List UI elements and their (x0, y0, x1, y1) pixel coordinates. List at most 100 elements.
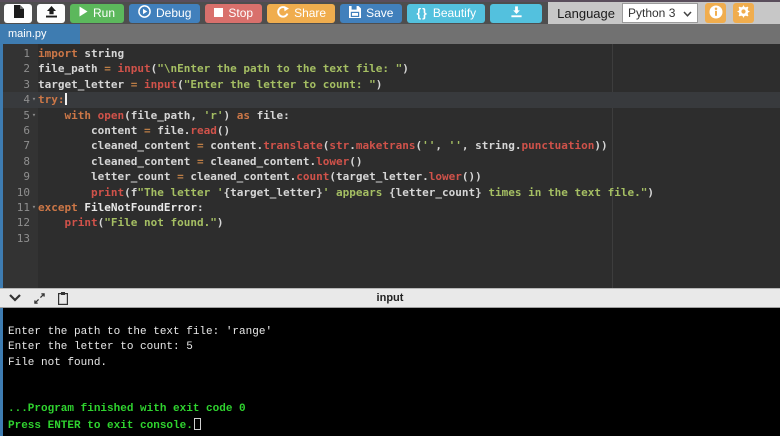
line-number: 2 (23, 62, 30, 76)
console-output[interactable]: Enter the path to the text file: 'range'… (0, 308, 780, 436)
chevron-down-icon (683, 6, 692, 20)
code-text: letter_count = cleaned_content.count(tar… (38, 170, 482, 184)
run-button[interactable]: Run (70, 3, 125, 23)
line-number: 4 (23, 93, 30, 107)
download-icon (510, 5, 523, 21)
code-text: file_path = input("\nEnter the path to t… (38, 62, 409, 76)
fold-toggle-icon (30, 169, 38, 184)
info-icon (709, 5, 723, 22)
code-line[interactable]: 2 file_path = input("\nEnter the path to … (0, 61, 780, 76)
code-line[interactable]: 11 ▾ except FileNotFoundError: (0, 200, 780, 215)
code-text: print("File not found.") (64, 216, 224, 230)
console-header: input (0, 288, 780, 308)
console-line: Press ENTER to exit console. (8, 417, 780, 434)
save-button[interactable]: Save (340, 3, 403, 23)
line-number: 6 (23, 123, 30, 137)
code-line[interactable]: 4 ▾ try: (0, 92, 780, 108)
share-button[interactable]: Share (267, 3, 336, 23)
toolbar-right: Language Python 3 (557, 3, 754, 23)
gear-icon (737, 5, 750, 21)
code-line[interactable]: 10 print(f"The letter '{target_letter}' … (0, 185, 780, 200)
language-select[interactable]: Python 3 (622, 3, 698, 23)
save-button-label: Save (366, 6, 394, 20)
play-icon (79, 6, 88, 20)
upload-icon (45, 5, 58, 21)
fold-toggle-icon (30, 215, 38, 230)
line-number: 5 (23, 108, 30, 122)
terminal-cursor (193, 417, 201, 430)
new-file-button[interactable] (4, 3, 32, 23)
braces-icon: {} (416, 6, 428, 20)
fold-toggle-icon[interactable]: ▾ (30, 200, 38, 215)
fold-toggle-icon (30, 138, 38, 153)
console-line: Enter the path to the text file: 'range' (8, 325, 273, 338)
fold-toggle-icon (30, 77, 38, 92)
tab-main-py[interactable]: main.py (0, 24, 80, 44)
line-number: 12 (16, 216, 30, 230)
code-editor[interactable]: 1 import string 2 file_path = input("\nEnte… (0, 44, 780, 288)
expand-console-icon[interactable] (34, 292, 45, 304)
fold-toggle-icon[interactable]: ▾ (30, 92, 38, 107)
line-number: 10 (16, 185, 30, 199)
line-number: 7 (23, 139, 30, 153)
fold-toggle-icon (30, 46, 38, 61)
share-icon (276, 5, 290, 21)
line-number: 1 (23, 47, 30, 60)
code-line[interactable]: 3 target_letter = input("Enter the letter… (0, 77, 780, 92)
stop-button[interactable]: Stop (205, 3, 263, 23)
line-number: 9 (23, 170, 30, 184)
code-line[interactable]: 8 cleaned_content = cleaned_content.lowe… (0, 154, 780, 169)
code-line[interactable]: 12 print("File not found.") (0, 215, 780, 230)
console-line: ...Program finished with exit code 0 (8, 403, 246, 415)
toolbar: Run Debug Stop Share Save {} Beautify La… (0, 0, 780, 24)
code-text: content = file.read() (38, 123, 231, 137)
collapse-console-icon[interactable] (9, 294, 21, 302)
code-line[interactable]: 13 (0, 231, 780, 246)
line-number: 11 (16, 200, 30, 214)
debug-button[interactable]: Debug (129, 3, 201, 23)
stop-button-label: Stop (228, 6, 254, 20)
share-button-label: Share (294, 6, 327, 20)
console-header-title: input (376, 292, 404, 304)
settings-button[interactable] (733, 3, 754, 23)
fold-toggle-icon (30, 154, 38, 169)
fold-toggle-icon[interactable]: ▾ (30, 108, 38, 123)
beautify-button-label: Beautify (432, 6, 477, 20)
code-line[interactable]: 9 letter_count = cleaned_content.count(t… (0, 169, 780, 184)
fold-toggle-icon (30, 61, 38, 76)
code-text: with open(file_path, 'r') as file: (64, 108, 290, 122)
code-text: target_letter = input("Enter the letter … (38, 77, 383, 91)
code-line[interactable]: 5 ▾ with open(file_path, 'r') as file: (0, 108, 780, 123)
language-label: Language (557, 5, 615, 21)
code-text: cleaned_content = content.translate(str.… (38, 139, 608, 153)
run-button-label: Run (93, 6, 116, 20)
code-text: try: (38, 93, 67, 107)
play-circle-icon (138, 5, 151, 21)
download-button[interactable] (490, 3, 543, 23)
beautify-button[interactable]: {} Beautify (407, 3, 486, 23)
save-icon (349, 5, 362, 21)
code-line[interactable]: 6 content = file.read() (0, 123, 780, 138)
line-number: 3 (23, 77, 30, 91)
code-line[interactable]: 1 import string (0, 46, 780, 61)
upload-button[interactable] (37, 3, 65, 23)
code-text: cleaned_content = cleaned_content.lower(… (38, 154, 363, 168)
info-button[interactable] (705, 3, 726, 23)
stop-icon (214, 6, 224, 20)
code-text: import string (38, 47, 125, 60)
panel-resize-edge[interactable] (0, 44, 3, 288)
fold-toggle-icon (30, 231, 38, 246)
console-line: File not found. (8, 356, 108, 369)
file-icon (13, 5, 24, 21)
ide-window: Run Debug Stop Share Save {} Beautify La… (0, 0, 780, 436)
code-text: except FileNotFoundError: (38, 200, 204, 214)
fold-toggle-icon (30, 185, 38, 200)
toolbar-button-strip: Run Debug Stop Share Save {} Beautify (0, 2, 549, 24)
paste-icon[interactable] (58, 291, 68, 305)
code-text: print(f"The letter '{target_letter}' app… (90, 185, 654, 199)
code-line[interactable]: 7 cleaned_content = content.translate(st… (0, 138, 780, 153)
console-line: Enter the letter to count: 5 (8, 341, 193, 353)
